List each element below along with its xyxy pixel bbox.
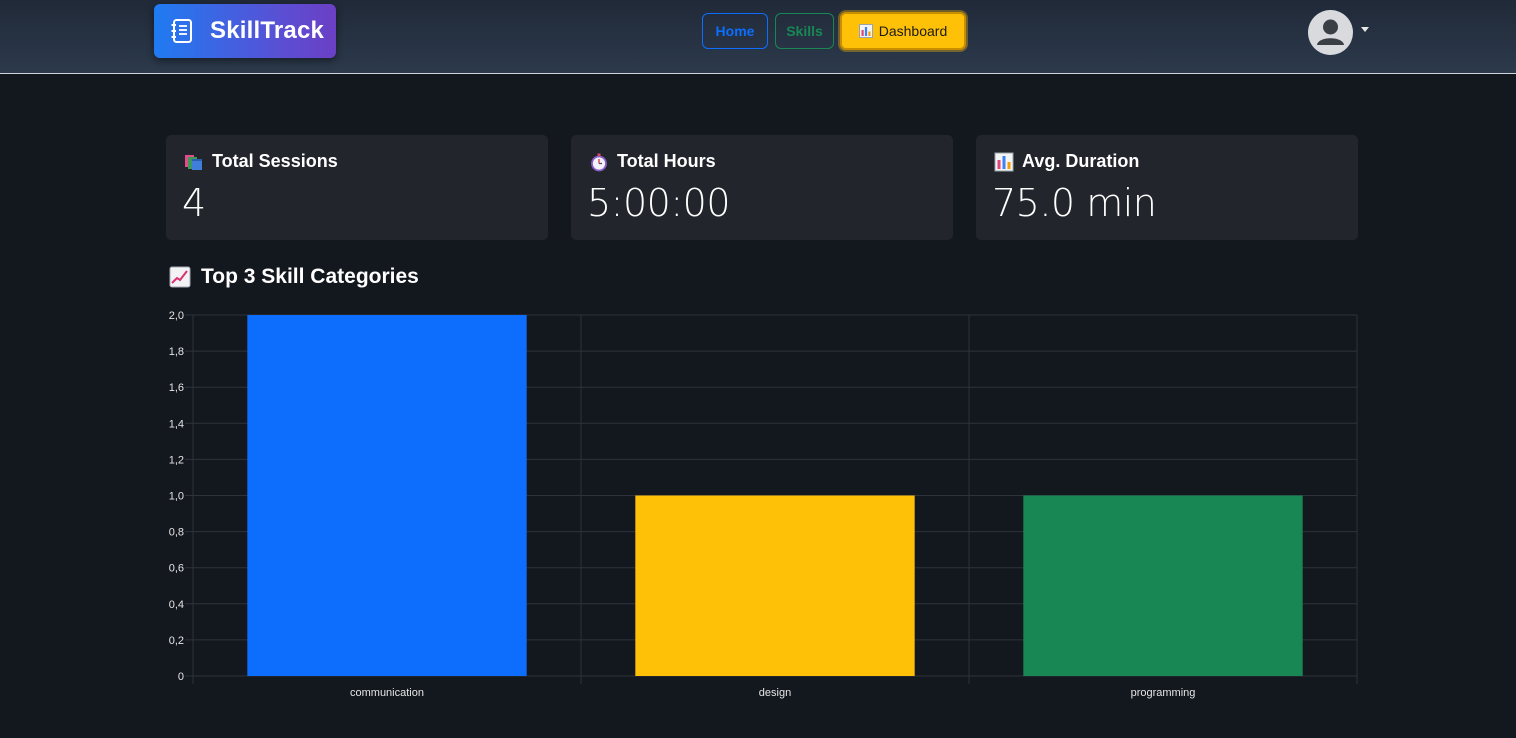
bar — [247, 315, 527, 676]
stat-card-value: 4 — [182, 181, 206, 225]
stat-card-title: Total Hours — [589, 151, 716, 172]
notebook-icon — [171, 19, 192, 43]
user-avatar-icon — [1317, 19, 1344, 45]
skill-categories-chart: 0 0,2 0,4 0,6 0,8 1,0 1,2 1,4 1,6 1,8 2,0 communica… — [160, 305, 1365, 705]
y-tick-label: 2,0 — [169, 310, 184, 322]
y-tick-label: 0,2 — [169, 635, 184, 647]
brand-logo[interactable]: SkillTrack — [154, 4, 336, 58]
books-icon — [185, 154, 202, 170]
x-tick-label: communication — [350, 687, 424, 699]
section-title-label: Top 3 Skill Categories — [201, 265, 419, 288]
y-tick-label: 0,6 — [169, 563, 184, 575]
stopwatch-icon — [591, 153, 607, 171]
stat-card-value: 5:00:00 — [587, 181, 731, 225]
trending-up-icon — [169, 266, 191, 288]
stat-card-title: Total Sessions — [184, 151, 338, 172]
stat-card-total-sessions: Total Sessions 4 — [166, 135, 548, 240]
user-menu-dropdown-caret[interactable] — [1361, 27, 1369, 32]
nav-skills-button[interactable]: Skills — [775, 13, 834, 49]
stat-card-value: 75.0 min — [992, 181, 1157, 225]
x-tick-label: programming — [1131, 687, 1196, 699]
y-tick-label: 0 — [178, 671, 184, 683]
nav-dashboard-button[interactable]: Dashboard — [840, 12, 966, 50]
y-tick-label: 1,6 — [169, 382, 184, 394]
navbar: SkillTrack Home Skills Dashboard — [0, 0, 1516, 74]
bar-chart-icon — [994, 152, 1014, 171]
stat-card-avg-duration: Avg. Duration 75.0 min — [976, 135, 1358, 240]
x-tick-label: design — [759, 687, 791, 699]
stat-card-total-hours: Total Hours 5:00:00 — [571, 135, 953, 240]
y-tick-label: 1,4 — [169, 418, 184, 430]
stat-card-label: Total Hours — [617, 151, 716, 171]
bar-chart-icon — [858, 24, 873, 38]
y-tick-label: 1,0 — [169, 491, 184, 503]
stat-card-label: Avg. Duration — [1022, 151, 1140, 171]
y-tick-label: 0,8 — [169, 527, 184, 539]
y-tick-label: 1,2 — [169, 454, 184, 466]
user-avatar[interactable] — [1308, 10, 1353, 55]
bar — [1023, 495, 1303, 676]
bar-chart: 0 0,2 0,4 0,6 0,8 1,0 1,2 1,4 1,6 1,8 2,0 communica… — [169, 310, 1358, 699]
brand-name: SkillTrack — [210, 17, 325, 44]
y-tick-label: 1,8 — [169, 346, 184, 358]
bar — [635, 495, 915, 676]
stat-card-label: Total Sessions — [212, 151, 338, 171]
nav-home-button[interactable]: Home — [702, 13, 768, 49]
stat-card-title: Avg. Duration — [994, 151, 1139, 172]
section-title: Top 3 Skill Categories — [169, 265, 419, 289]
nav-dashboard-label: Dashboard — [878, 23, 948, 39]
y-tick-label: 0,4 — [169, 599, 184, 611]
